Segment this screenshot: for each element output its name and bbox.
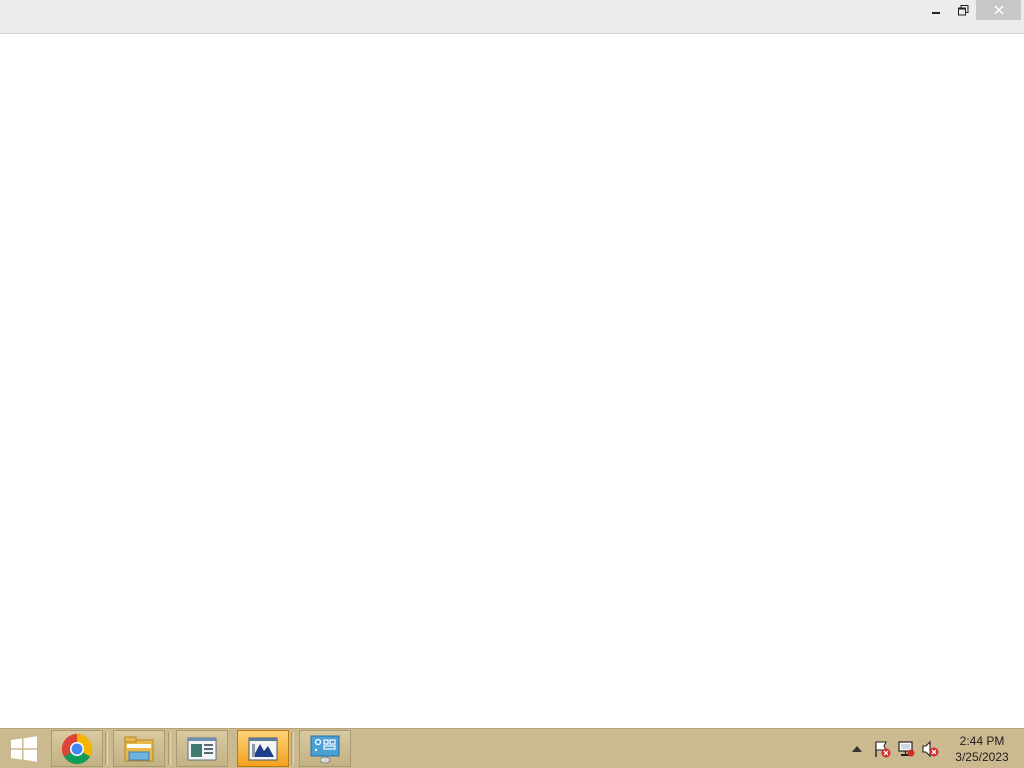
action-center-tray-icon[interactable] — [872, 729, 892, 768]
taskbar-button-file-explorer[interactable] — [113, 730, 165, 767]
network-error-icon — [898, 740, 915, 756]
restore-button[interactable] — [950, 0, 976, 20]
close-icon — [994, 5, 1003, 15]
start-button[interactable] — [0, 729, 48, 768]
windows-logo-icon — [11, 735, 37, 762]
window-content-area[interactable] — [0, 35, 1024, 728]
flag-error-icon — [875, 741, 891, 757]
title-bar[interactable] — [0, 0, 1024, 34]
taskbar-button-chrome[interactable] — [51, 730, 103, 767]
taskbar-separator — [291, 732, 294, 765]
minimize-icon — [932, 11, 940, 14]
chrome-icon — [61, 733, 93, 764]
clock-date: 3/25/2023 — [955, 750, 1009, 764]
taskbar: 2:44 PM 3/25/2023 — [0, 728, 1024, 768]
folder-icon — [124, 736, 154, 761]
taskbar-separator — [168, 732, 171, 765]
volume-tray-icon[interactable] — [920, 729, 940, 768]
minimize-button[interactable] — [922, 0, 950, 20]
taskbar-button-app-3[interactable] — [299, 730, 351, 767]
control-panel-icon — [310, 735, 340, 763]
network-tray-icon[interactable] — [896, 729, 916, 768]
clock-time: 2:44 PM — [959, 734, 1005, 748]
taskbar-button-app-2[interactable] — [237, 730, 289, 767]
chevron-up-icon — [852, 745, 862, 752]
taskbar-clock[interactable]: 2:44 PM 3/25/2023 — [946, 733, 1018, 765]
volume-muted-icon — [922, 740, 939, 757]
document-window-icon — [187, 737, 217, 760]
app-window — [0, 0, 1024, 728]
show-hidden-icons-button[interactable] — [850, 729, 864, 768]
chart-window-icon — [248, 737, 278, 760]
taskbar-button-app-1[interactable] — [176, 730, 228, 767]
taskbar-separator — [105, 732, 108, 765]
restore-icon — [957, 4, 968, 15]
close-button[interactable] — [976, 0, 1021, 20]
